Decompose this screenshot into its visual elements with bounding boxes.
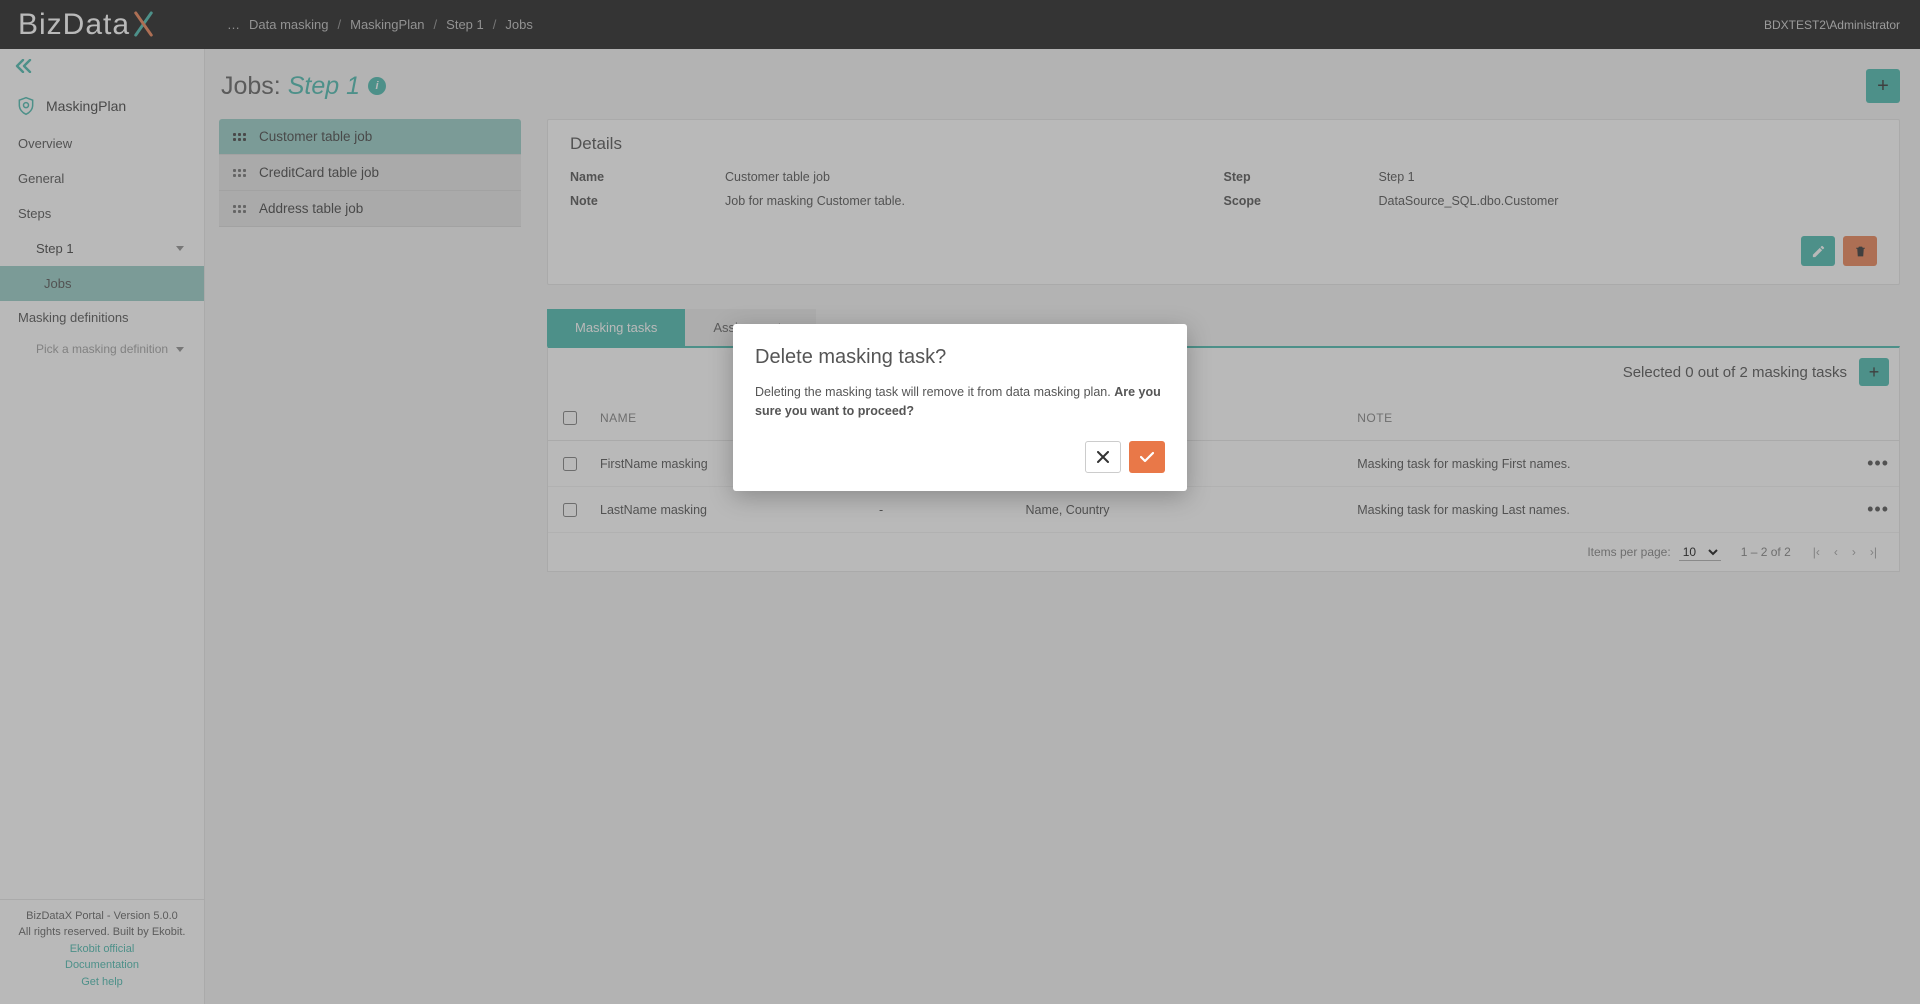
- dialog-body-text: Deleting the masking task will remove it…: [755, 385, 1114, 399]
- delete-task-dialog: Delete masking task? Deleting the maskin…: [733, 324, 1187, 491]
- dialog-body: Deleting the masking task will remove it…: [755, 383, 1165, 421]
- confirm-button[interactable]: [1129, 441, 1165, 473]
- close-icon: [1097, 451, 1109, 463]
- check-icon: [1140, 451, 1154, 463]
- cancel-button[interactable]: [1085, 441, 1121, 473]
- modal-overlay[interactable]: Delete masking task? Deleting the maskin…: [0, 0, 1920, 1004]
- dialog-title: Delete masking task?: [755, 346, 1165, 369]
